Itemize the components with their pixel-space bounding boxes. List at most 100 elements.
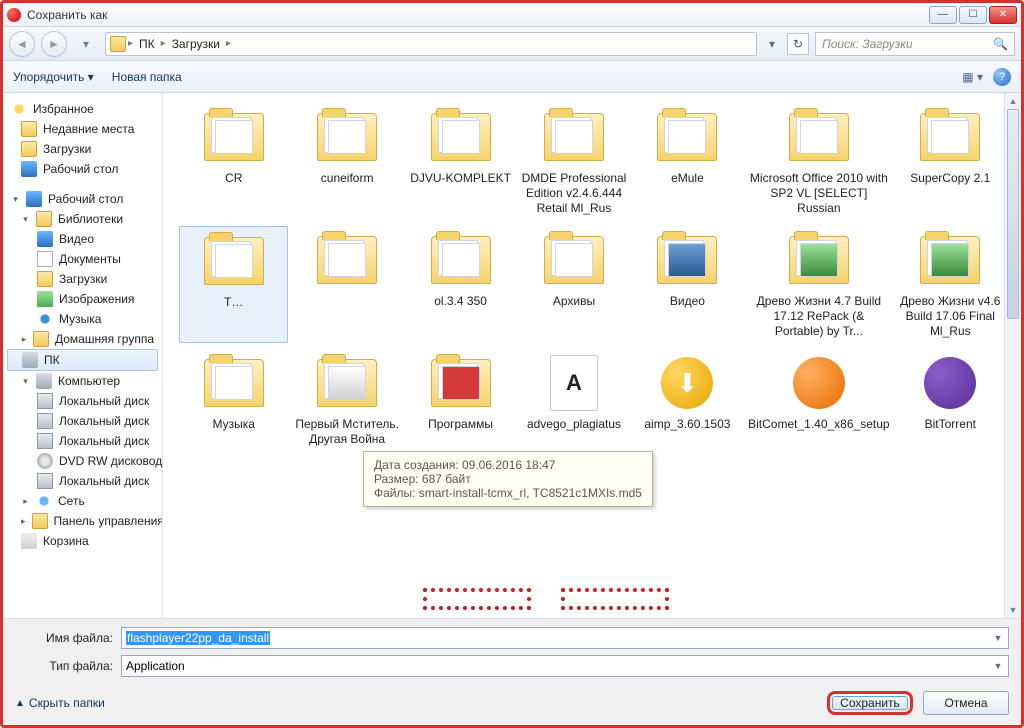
hdd-icon xyxy=(37,413,53,429)
sidebar-favorites[interactable]: Избранное xyxy=(3,99,162,119)
sidebar-local-disk[interactable]: Локальный диск xyxy=(3,411,162,431)
expand-icon[interactable]: ▸ xyxy=(21,517,26,526)
organize-menu[interactable]: Упорядочить ▾ xyxy=(13,70,94,84)
folder-item[interactable]: CR xyxy=(179,103,288,220)
forward-button[interactable]: ► xyxy=(41,31,67,57)
filename-input[interactable]: flashplayer22pp_da_install ▼ xyxy=(121,627,1009,649)
refresh-button[interactable]: ↻ xyxy=(787,33,809,55)
expand-icon[interactable]: ▸ xyxy=(21,335,27,344)
minimize-button[interactable]: — xyxy=(929,6,957,24)
scroll-up-icon[interactable]: ▲ xyxy=(1005,93,1021,109)
save-button[interactable]: Сохранить xyxy=(827,691,913,715)
sidebar-local-disk[interactable]: Локальный диск xyxy=(3,431,162,451)
sidebar-dvd[interactable]: DVD RW дисковод xyxy=(3,451,162,471)
sidebar-local-disk[interactable]: Локальный диск xyxy=(3,391,162,411)
dropdown-icon[interactable]: ▼ xyxy=(990,658,1006,674)
breadcrumb-dropdown[interactable]: ▾ xyxy=(763,37,781,51)
tooltip-line: Размер: 687 байт xyxy=(374,472,642,486)
filename-label: Имя файла: xyxy=(15,631,113,645)
sidebar-music[interactable]: Музыка xyxy=(3,309,162,329)
folder-item[interactable]: DJVU-KOMPLEKT xyxy=(406,103,515,220)
new-folder-button[interactable]: Новая папка xyxy=(112,70,182,84)
navbar: ◄ ► ▾ ▸ ПК ▸ Загрузки ▸ ▾ ↻ Поиск: Загру… xyxy=(3,27,1021,61)
breadcrumb-downloads[interactable]: Загрузки xyxy=(168,37,224,51)
filetype-label: Тип файла: xyxy=(15,659,113,673)
folder-item[interactable]: Первый Мститель. Другая Война xyxy=(292,349,401,451)
filetype-select[interactable]: Application ▼ xyxy=(121,655,1009,677)
hide-folders-link[interactable]: ▲ Скрыть папки xyxy=(15,696,105,710)
dropdown-icon[interactable]: ▼ xyxy=(990,630,1006,646)
folder-item[interactable]: DMDE Professional Edition v2.4.6.444 Ret… xyxy=(519,103,628,220)
sidebar-libraries[interactable]: ▾Библиотеки xyxy=(3,209,162,229)
folder-item[interactable] xyxy=(292,226,401,343)
music-icon xyxy=(37,311,53,327)
folder-icon xyxy=(21,121,37,137)
sidebar-pc[interactable]: ПК xyxy=(7,349,158,371)
sidebar-video[interactable]: Видео xyxy=(3,229,162,249)
sidebar-desktop-root[interactable]: ▾Рабочий стол xyxy=(3,189,162,209)
file-item[interactable]: BitComet_1.40_x86_setup xyxy=(746,349,891,451)
filename-value: flashplayer22pp_da_install xyxy=(126,631,270,645)
document-icon xyxy=(37,251,53,267)
file-item[interactable]: Aadvego_plagiatus xyxy=(519,349,628,451)
file-grid: CR cuneiform DJVU-KOMPLEKT DMDE Professi… xyxy=(163,93,1021,618)
tooltip: Дата создания: 09.06.2016 18:47 Размер: … xyxy=(363,451,653,507)
up-button[interactable]: ▾ xyxy=(73,31,99,57)
recycle-bin-icon xyxy=(21,533,37,549)
folder-item[interactable]: Древо Жизни v4.6 Build 17.06 Final Ml_Ru… xyxy=(896,226,1005,343)
sidebar-documents[interactable]: Документы xyxy=(3,249,162,269)
file-item[interactable]: ⬇aimp_3.60.1503 xyxy=(633,349,742,451)
sidebar-downloads[interactable]: Загрузки xyxy=(3,139,162,159)
images-icon xyxy=(37,291,53,307)
sidebar-control-panel[interactable]: ▸Панель управления xyxy=(3,511,162,531)
hdd-icon xyxy=(37,433,53,449)
sidebar-network[interactable]: ▸Сеть xyxy=(3,491,162,511)
sidebar-recycle-bin[interactable]: Корзина xyxy=(3,531,162,551)
folder-item-selected[interactable]: T… xyxy=(179,226,288,343)
maximize-button[interactable]: ☐ xyxy=(959,6,987,24)
folder-icon xyxy=(110,36,126,52)
chevron-up-icon: ▲ xyxy=(15,698,25,709)
folder-item[interactable]: eMule xyxy=(633,103,742,220)
scroll-down-icon[interactable]: ▼ xyxy=(1005,602,1021,618)
collapse-icon[interactable]: ▾ xyxy=(21,215,30,224)
expand-icon[interactable]: ▸ xyxy=(21,497,30,506)
view-menu[interactable]: ▦ ▾ xyxy=(962,70,983,84)
network-icon xyxy=(36,493,52,509)
filetype-value: Application xyxy=(126,659,185,673)
folder-item[interactable]: cuneiform xyxy=(292,103,401,220)
sidebar: Избранное Недавние места Загрузки Рабочи… xyxy=(3,93,163,618)
vertical-scrollbar[interactable]: ▲ ▼ xyxy=(1004,93,1021,618)
folder-item[interactable]: Древо Жизни 4.7 Build 17.12 RePack (& Po… xyxy=(746,226,891,343)
search-input[interactable]: Поиск: Загрузки 🔍 xyxy=(815,32,1015,56)
collapse-icon[interactable]: ▾ xyxy=(11,195,20,204)
breadcrumb[interactable]: ▸ ПК ▸ Загрузки ▸ xyxy=(105,32,757,56)
breadcrumb-pc[interactable]: ПК xyxy=(135,37,159,51)
folder-item[interactable]: Программы xyxy=(406,349,515,451)
collapse-icon[interactable]: ▾ xyxy=(21,377,30,386)
folder-item[interactable]: Архивы xyxy=(519,226,628,343)
folder-item[interactable]: Microsoft Office 2010 with SP2 VL [SELEC… xyxy=(746,103,891,220)
sidebar-homegroup[interactable]: ▸Домашняя группа xyxy=(3,329,162,349)
tooltip-line: Файлы: smart-install-tcmx_rl, TC8521c1MX… xyxy=(374,486,642,500)
help-button[interactable]: ? xyxy=(993,68,1011,86)
cancel-button[interactable]: Отмена xyxy=(923,691,1009,715)
folder-item[interactable]: Видео xyxy=(633,226,742,343)
folder-item[interactable]: SuperCopy 2.1 xyxy=(896,103,1005,220)
folder-item[interactable]: Музыка xyxy=(179,349,288,451)
sidebar-local-disk[interactable]: Локальный диск xyxy=(3,471,162,491)
back-button[interactable]: ◄ xyxy=(9,31,35,57)
desktop-icon xyxy=(21,161,37,177)
sidebar-recent[interactable]: Недавние места xyxy=(3,119,162,139)
chevron-right-icon: ▸ xyxy=(128,38,133,49)
folder-item[interactable]: ol.3.4 350 xyxy=(406,226,515,343)
close-button[interactable]: ✕ xyxy=(989,6,1017,24)
sidebar-desktop[interactable]: Рабочий стол xyxy=(3,159,162,179)
control-panel-icon xyxy=(32,513,48,529)
sidebar-images[interactable]: Изображения xyxy=(3,289,162,309)
file-item[interactable]: BitTorrent xyxy=(896,349,1005,451)
scrollbar-thumb[interactable] xyxy=(1007,109,1019,319)
sidebar-lib-downloads[interactable]: Загрузки xyxy=(3,269,162,289)
sidebar-computer[interactable]: ▾Компьютер xyxy=(3,371,162,391)
toolbar: Упорядочить ▾ Новая папка ▦ ▾ ? xyxy=(3,61,1021,93)
